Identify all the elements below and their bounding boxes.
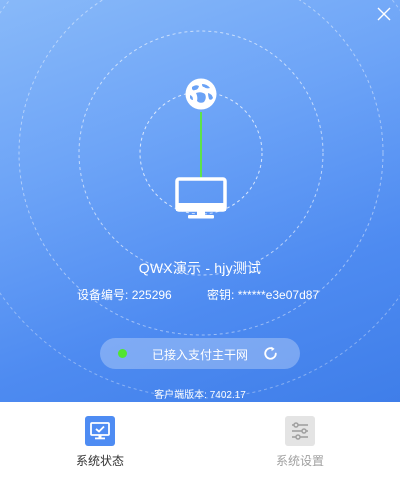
client-window: QWX演示 - hjy测试 设备编号: 225296 密钥: ******e3e… <box>0 0 400 480</box>
tab-system-settings-label: 系统设置 <box>275 454 324 468</box>
bottom-navigation: 系统状态 系统设置 <box>0 402 400 480</box>
device-key-label: 密钥: <box>207 288 235 302</box>
device-key: 密钥: ******e3e07d87 <box>207 286 319 303</box>
device-name: QWX演示 - hjy测试 <box>138 260 262 276</box>
device-id-value: 225296 <box>131 288 172 302</box>
monitor-check-icon <box>85 416 115 446</box>
device-id-label: 设备编号: <box>77 288 129 302</box>
connection-status-button[interactable]: 已接入支付主干网 <box>100 338 300 369</box>
refresh-icon[interactable] <box>263 346 278 361</box>
connection-status-text: 已接入支付主干网 <box>152 348 249 362</box>
globe-icon <box>185 78 217 110</box>
client-version: 客户端版本: 7402.17 <box>0 386 400 401</box>
status-indicator-dot <box>118 349 127 358</box>
monitor-icon <box>175 177 227 219</box>
tab-system-status[interactable]: 系统状态 <box>0 402 200 480</box>
connection-link-line <box>200 112 202 178</box>
tab-system-settings[interactable]: 系统设置 <box>200 402 400 480</box>
device-id: 设备编号: 225296 <box>77 286 172 303</box>
tab-system-status-label: 系统状态 <box>75 454 124 468</box>
close-button[interactable] <box>376 6 392 22</box>
client-version-value: 7402.17 <box>209 390 246 401</box>
close-icon <box>377 7 391 21</box>
sliders-icon <box>285 416 315 446</box>
client-version-label: 客户端版本: <box>154 390 207 401</box>
device-key-value: ******e3e07d87 <box>237 288 320 302</box>
connection-panel: QWX演示 - hjy测试 设备编号: 225296 密钥: ******e3e… <box>0 0 400 402</box>
